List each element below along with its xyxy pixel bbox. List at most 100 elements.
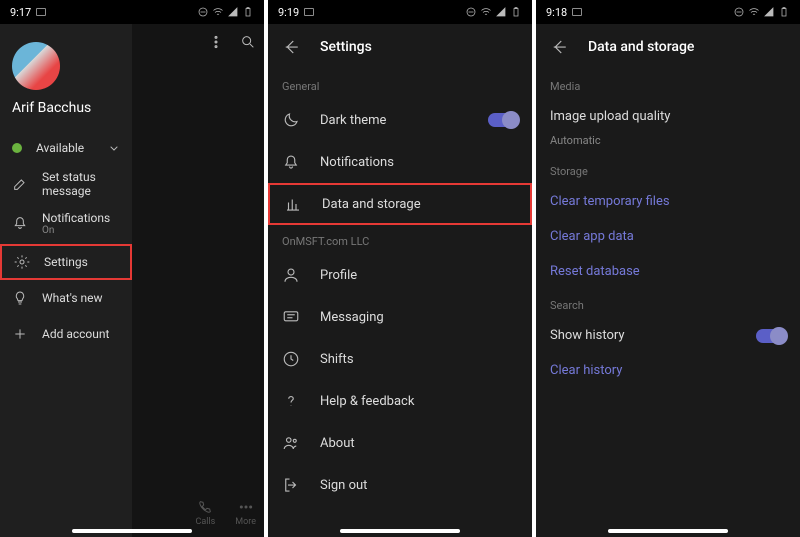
cast-icon [303,6,315,18]
clock-icon [282,350,300,368]
notifications-item[interactable]: Notifications On [0,202,132,244]
section-org: OnMSFT.com LLC [268,225,532,254]
teams-icon [282,434,300,452]
signal-icon [227,6,239,18]
wifi-icon [748,6,760,18]
moon-icon [282,111,300,129]
clear-app-data-item[interactable]: Clear app data [536,219,800,254]
header: Data and storage [536,24,800,70]
wifi-icon [480,6,492,18]
data-storage-item[interactable]: Data and storage [268,183,532,225]
gesture-bar [340,529,460,533]
notifications-item[interactable]: Notifications [268,141,532,183]
dnd-icon [733,6,745,18]
bell-icon [282,153,300,171]
screen-data-storage: 9:18 Data and storage Media Image upload… [536,0,800,537]
edit-icon [12,176,28,192]
clear-temp-item[interactable]: Clear temporary files [536,184,800,219]
about-label: About [320,436,355,451]
signout-item[interactable]: Sign out [268,464,532,506]
search-icon[interactable] [240,34,256,50]
bell-icon [12,215,28,231]
add-account-label: Add account [42,327,109,341]
about-item[interactable]: About [268,422,532,464]
clear-app-data-label: Clear app data [550,229,634,244]
more-vertical-icon[interactable] [208,34,224,50]
shifts-label: Shifts [320,352,354,367]
data-storage-label: Data and storage [322,197,421,212]
reset-db-item[interactable]: Reset database [536,254,800,289]
signout-label: Sign out [320,478,367,493]
section-storage: Storage [536,155,800,184]
clear-history-label: Clear history [550,363,622,378]
profile-label: Profile [320,268,357,283]
chevron-down-icon [106,140,122,156]
gear-icon [14,254,30,270]
status-row[interactable]: Available [0,130,132,166]
cast-icon [35,6,47,18]
whats-new-item[interactable]: What's new [0,280,132,316]
presence-dot-icon [12,143,22,153]
notifications-sub: On [42,225,110,236]
notifications-label: Notifications [320,155,394,170]
back-icon[interactable] [550,38,568,56]
upload-quality-sub: Automatic [536,134,800,155]
section-search: Search [536,289,800,318]
reset-db-label: Reset database [550,264,640,279]
show-history-toggle[interactable] [756,329,786,343]
screen-drawer: 9:17 Arif Bacchus Available Set status m… [0,0,264,537]
wifi-icon [212,6,224,18]
set-status-item[interactable]: Set status message [0,166,132,202]
help-item[interactable]: Help & feedback [268,380,532,422]
clock: 9:18 [546,6,567,19]
chart-icon [284,195,302,213]
more-icon [238,499,254,515]
battery-icon [242,6,254,18]
section-media: Media [536,70,800,99]
status-right-icons [197,6,254,18]
nav-calls[interactable]: Calls [195,499,215,527]
battery-icon [510,6,522,18]
signal-icon [763,6,775,18]
clock: 9:17 [10,6,31,19]
dark-theme-item[interactable]: Dark theme [268,99,532,141]
settings-item[interactable]: Settings [0,244,132,280]
messaging-item[interactable]: Messaging [268,296,532,338]
avatar[interactable] [12,42,60,90]
dnd-icon [197,6,209,18]
whats-new-label: What's new [42,291,103,305]
dark-theme-toggle[interactable] [488,113,518,127]
nav-more[interactable]: More [235,499,256,527]
dark-theme-label: Dark theme [320,113,386,128]
shifts-item[interactable]: Shifts [268,338,532,380]
clear-temp-label: Clear temporary files [550,194,670,209]
gesture-bar [72,529,192,533]
username: Arif Bacchus [12,100,132,116]
show-history-label: Show history [550,328,625,343]
status-bar: 9:19 [268,0,532,24]
plus-icon [12,326,28,342]
notifications-label: Notifications [42,211,110,225]
main-dimmed: Calls More [132,24,264,537]
show-history-item[interactable]: Show history [536,318,800,353]
signal-icon [495,6,507,18]
upload-quality-item[interactable]: Image upload quality [536,99,800,134]
profile-item[interactable]: Profile [268,254,532,296]
dnd-icon [465,6,477,18]
clock: 9:19 [278,6,299,19]
section-general: General [268,70,532,99]
nav-drawer: Arif Bacchus Available Set status messag… [0,24,132,537]
messaging-label: Messaging [320,310,384,325]
add-account-item[interactable]: Add account [0,316,132,352]
status-bar: 9:17 [0,0,264,24]
message-icon [282,308,300,326]
settings-label: Settings [44,255,88,269]
nav-more-label: More [235,517,256,527]
person-icon [282,266,300,284]
page-title: Data and storage [588,39,694,55]
page-title: Settings [320,39,372,55]
status-bar: 9:18 [536,0,800,24]
back-icon[interactable] [282,38,300,56]
clear-history-item[interactable]: Clear history [536,353,800,388]
set-status-label: Set status message [42,170,132,198]
